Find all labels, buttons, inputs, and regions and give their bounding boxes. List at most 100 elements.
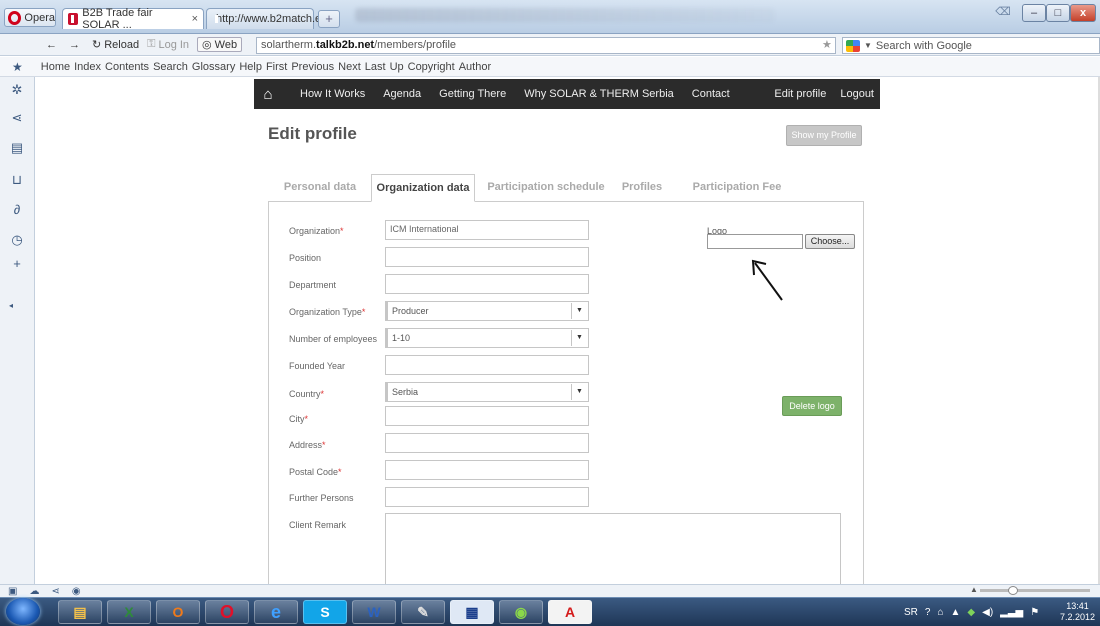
start-button[interactable] <box>6 598 40 625</box>
nav-how-it-works[interactable]: How It Works <box>300 88 365 100</box>
tray-app-icon[interactable]: ⌂ <box>937 607 943 618</box>
label-organization: Organization* <box>289 226 344 236</box>
client-remark-textarea[interactable] <box>385 513 841 593</box>
bookmark-help[interactable]: Help <box>239 61 262 73</box>
nav-agenda[interactable]: Agenda <box>383 88 421 100</box>
opera-taskbar-icon[interactable]: O <box>205 600 249 624</box>
tab-participation-schedule[interactable]: Participation schedule <box>486 174 606 202</box>
forward-button[interactable]: → <box>69 39 80 51</box>
bookmark-glossary[interactable]: Glossary <box>192 61 235 73</box>
new-tab-button[interactable]: + <box>318 10 340 28</box>
volume-icon[interactable]: ◀) <box>982 607 993 618</box>
flag-icon[interactable]: ⚑ <box>1030 607 1039 618</box>
opera-menu-button[interactable]: Opera <box>4 8 56 27</box>
web-button[interactable]: ◎ Web <box>197 37 243 52</box>
trash-icon[interactable]: ⌫ <box>995 4 1011 22</box>
address-input[interactable] <box>385 433 589 453</box>
login-button[interactable]: ⚿ Log In <box>147 38 189 51</box>
delete-logo-button[interactable]: Delete logo <box>782 396 842 416</box>
tab-participation-fee[interactable]: Participation Fee <box>682 174 792 202</box>
clock[interactable]: 13:41 7.2.2012 <box>1060 601 1095 623</box>
add-panel-icon[interactable]: + <box>10 257 24 271</box>
panel-toggle-icon[interactable]: ▣ <box>8 586 17 597</box>
help-icon[interactable]: ? <box>925 607 931 618</box>
notes-icon[interactable]: ▤ <box>10 141 24 155</box>
organization-type-select[interactable]: Producer ▼ <box>385 301 589 321</box>
downloads-icon[interactable]: ⊔ <box>10 173 24 187</box>
bookmark-search[interactable]: Search <box>153 61 188 73</box>
reload-button[interactable]: ↻ Reload <box>92 38 139 52</box>
founded-year-input[interactable] <box>385 355 589 375</box>
search-box[interactable]: ▼ Search with Google <box>842 37 1100 54</box>
show-my-profile-button[interactable]: Show my Profile <box>786 125 862 146</box>
zoom-slider-knob[interactable] <box>1008 586 1018 595</box>
zoom-slider[interactable] <box>980 589 1090 592</box>
home-icon[interactable]: ⌂ <box>254 86 282 103</box>
close-window-button[interactable]: x <box>1070 4 1096 22</box>
signal-icon[interactable]: ▂▃▅ <box>1000 607 1023 618</box>
position-input[interactable] <box>385 247 589 267</box>
acrobat-taskbar-icon[interactable]: A <box>548 600 592 624</box>
bookmark-home[interactable]: Home <box>41 61 70 73</box>
history-icon[interactable]: ◷ <box>10 233 24 247</box>
browser-tab-b2match[interactable]: http://www.b2match.e... × <box>206 8 341 29</box>
explorer-taskbar-icon[interactable]: ▤ <box>58 600 102 624</box>
organization-input[interactable]: ICM International <box>385 220 589 240</box>
tool-taskbar-icon[interactable]: ✎ <box>401 600 445 624</box>
tab-personal-data[interactable]: Personal data <box>274 174 366 202</box>
bookmark-star-icon[interactable]: ★ <box>822 38 832 51</box>
bookmark-up[interactable]: Up <box>390 61 404 73</box>
language-indicator[interactable]: SR <box>904 607 918 618</box>
show-hidden-icons-icon[interactable]: ▲ <box>951 607 961 618</box>
zoom-up-icon[interactable]: ▲ <box>970 585 978 594</box>
share-icon[interactable]: ⋖ <box>51 586 59 597</box>
further-persons-input[interactable] <box>385 487 589 507</box>
bookmark-index[interactable]: Index <box>74 61 101 73</box>
bookmark-contents[interactable]: Contents <box>105 61 149 73</box>
bookmark-previous[interactable]: Previous <box>291 61 334 73</box>
city-input[interactable] <box>385 406 589 426</box>
share-icon[interactable]: ⋖ <box>10 111 24 125</box>
word-taskbar-icon[interactable]: W <box>352 600 396 624</box>
label-text: Country <box>289 389 321 399</box>
app-taskbar-icon[interactable]: ▦ <box>450 600 494 624</box>
cloud-icon[interactable]: ☁ <box>29 586 39 597</box>
internet-explorer-taskbar-icon[interactable]: e <box>254 600 298 624</box>
link-icon[interactable]: ∂ <box>10 203 24 217</box>
nav-logout[interactable]: Logout <box>840 88 874 100</box>
address-bar[interactable]: solartherm.talkb2b.net/members/profile <box>256 37 836 54</box>
tab-organization-data[interactable]: Organization data <box>371 174 475 202</box>
excel-taskbar-icon[interactable]: X <box>107 600 151 624</box>
bookmark-first[interactable]: First <box>266 61 287 73</box>
country-select[interactable]: Serbia ▼ <box>385 382 589 402</box>
label-client-remark: Client Remark <box>289 520 347 530</box>
browser-tab-solar[interactable]: B2B Trade fair SOLAR ... × <box>62 7 204 31</box>
green-app-taskbar-icon[interactable]: ◉ <box>499 600 543 624</box>
number-of-employees-select[interactable]: 1-10 ▼ <box>385 328 589 348</box>
bookmark-copyright[interactable]: Copyright <box>408 61 455 73</box>
logo-file-path-field[interactable] <box>707 234 803 249</box>
nav-edit-profile[interactable]: Edit profile <box>774 88 826 100</box>
nav-contact[interactable]: Contact <box>692 88 730 100</box>
tab-profiles[interactable]: Profiles <box>618 174 666 202</box>
label-department: Department <box>289 280 337 290</box>
network-tray-icon[interactable]: ◆ <box>967 607 975 618</box>
back-button[interactable]: ← <box>46 39 57 51</box>
postal-code-input[interactable] <box>385 460 589 480</box>
bookmark-next[interactable]: Next <box>338 61 361 73</box>
maximize-button[interactable]: □ <box>1046 4 1070 22</box>
bookmark-author[interactable]: Author <box>459 61 491 73</box>
gear-icon[interactable]: ✲ <box>10 83 24 97</box>
minimize-button[interactable]: – <box>1022 4 1046 22</box>
nav-getting-there[interactable]: Getting There <box>439 88 506 100</box>
department-input[interactable] <box>385 274 589 294</box>
speed-dial-icon[interactable]: ◉ <box>72 586 81 597</box>
collapse-sidebar-icon[interactable]: ◂ <box>4 299 18 313</box>
bookmark-last[interactable]: Last <box>365 61 386 73</box>
nav-why-solar-therm[interactable]: Why SOLAR & THERM Serbia <box>524 88 674 100</box>
skype-taskbar-icon[interactable]: S <box>303 600 347 624</box>
tab-close-icon[interactable]: × <box>192 13 198 25</box>
choose-file-button[interactable]: Choose... <box>805 234 855 249</box>
outlook-taskbar-icon[interactable]: O <box>156 600 200 624</box>
label-text: Organization Type <box>289 307 362 317</box>
